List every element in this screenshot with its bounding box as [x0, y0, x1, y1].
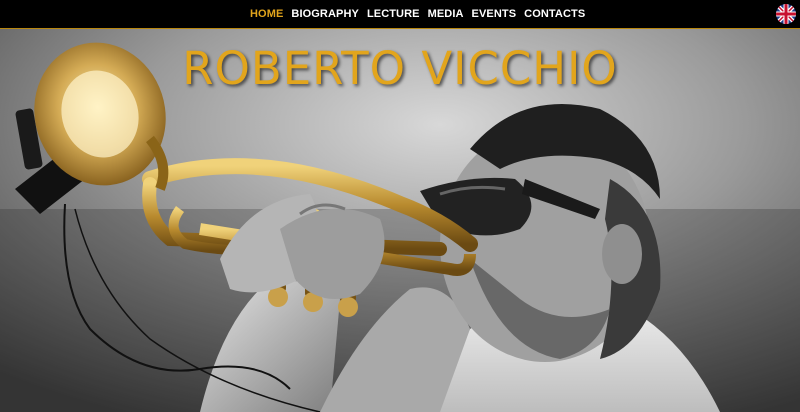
nav-events-link[interactable]: EVENTS — [472, 8, 517, 20]
nav-lecture-link[interactable]: LECTURE — [367, 8, 420, 20]
nav-home-link[interactable]: HOME — [250, 8, 283, 20]
nav-contacts-link[interactable]: CONTACTS — [524, 8, 585, 20]
top-navigation-bar: HOME BIOGRAPHY LECTURE MEDIA EVENTS CONT… — [0, 0, 800, 29]
main-menu: HOME BIOGRAPHY LECTURE MEDIA EVENTS CONT… — [250, 0, 585, 28]
nav-biography-link[interactable]: BIOGRAPHY — [291, 8, 359, 20]
nav-media-link[interactable]: MEDIA — [428, 8, 464, 20]
page: HOME BIOGRAPHY LECTURE MEDIA EVENTS CONT… — [0, 0, 800, 412]
page-title: ROBERTO VICCHIO — [182, 42, 618, 95]
uk-flag-icon[interactable] — [776, 4, 796, 24]
